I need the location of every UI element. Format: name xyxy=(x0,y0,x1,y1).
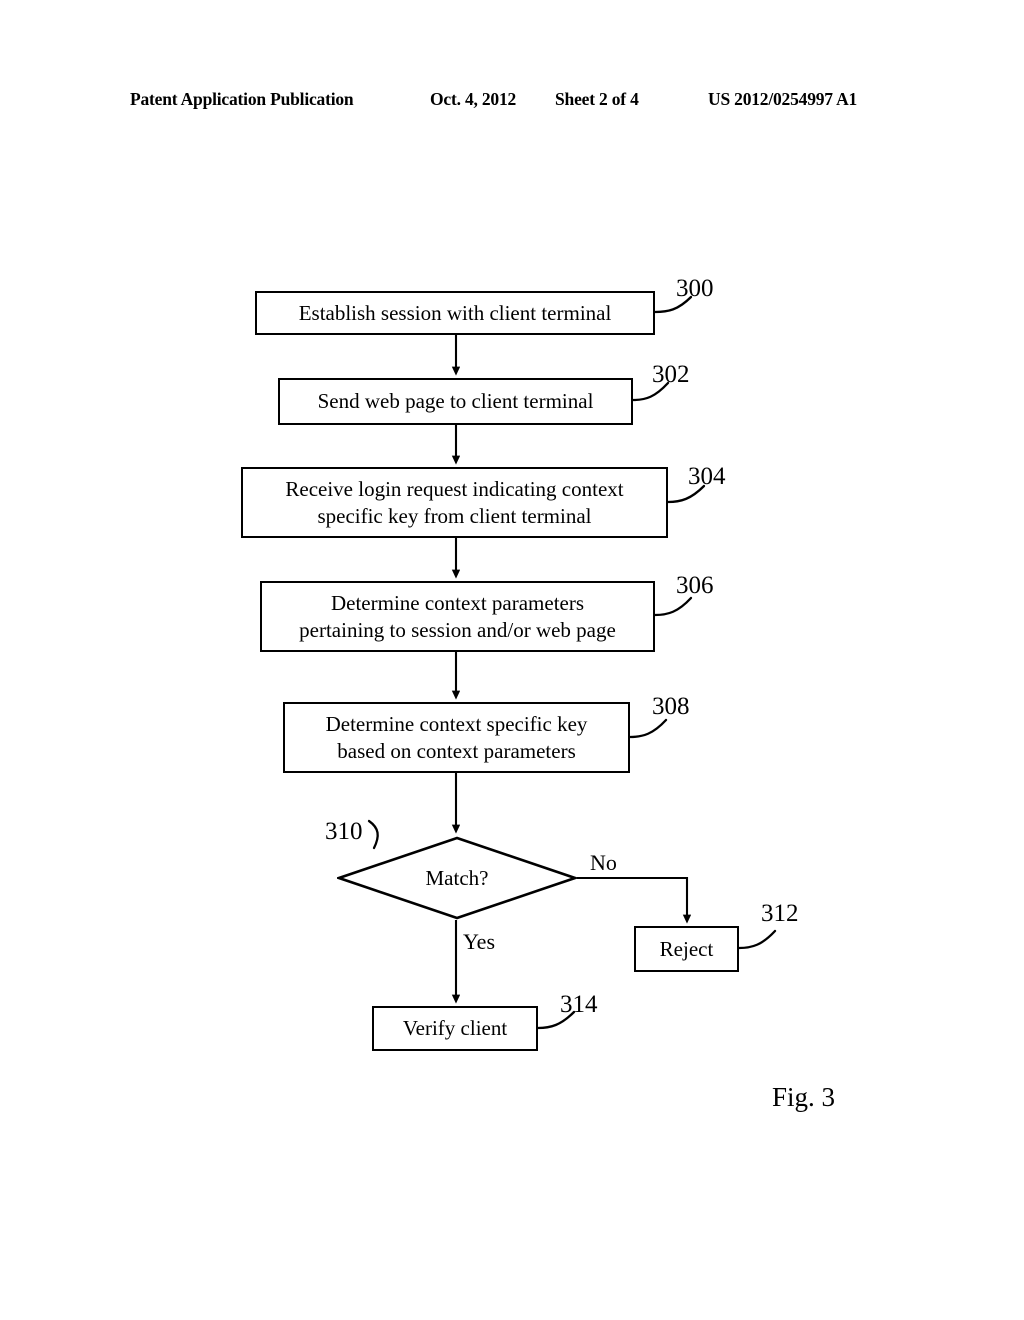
figure-caption: Fig. 3 xyxy=(772,1082,836,1112)
reference-numeral-306: 306 xyxy=(676,572,714,599)
header-patent-number: US 2012/0254997 A1 xyxy=(708,89,858,109)
flow-node-verify-client: Verify client xyxy=(372,1006,538,1051)
header-sheet-number: Sheet 2 of 4 xyxy=(555,89,639,109)
page-header: Patent Application Publication Oct. 4, 2… xyxy=(0,88,1024,114)
flow-node-determine-context-parameters: Determine context parameters pertaining … xyxy=(260,581,655,652)
flow-node-send-web-page: Send web page to client terminal xyxy=(278,378,633,425)
flow-node-label-line2: based on context parameters xyxy=(337,738,576,763)
patent-figure-page: Patent Application Publication Oct. 4, 2… xyxy=(0,0,1024,1320)
flow-node-determine-context-specific-key: Determine context specific key based on … xyxy=(283,702,630,773)
reference-numeral-308: 308 xyxy=(652,693,690,720)
decision-label: Match? xyxy=(425,865,489,890)
flow-node-label: Verify client xyxy=(402,1016,508,1041)
reference-numeral-300: 300 xyxy=(676,275,714,302)
header-publication-title: Patent Application Publication xyxy=(130,89,354,109)
flow-node-label-line2: specific key from client terminal xyxy=(317,503,592,528)
flow-node-label: Send web page to client terminal xyxy=(317,389,594,414)
branch-label-no: No xyxy=(590,850,617,875)
flow-node-establish-session: Establish session with client terminal xyxy=(255,291,655,335)
flowchart-connectors xyxy=(367,295,777,1030)
flow-node-label-line1: Determine context specific key xyxy=(325,712,588,737)
branch-label-yes: Yes xyxy=(463,929,496,954)
flow-node-label-line1: Receive login request indicating context xyxy=(285,477,624,502)
flow-node-label: Reject xyxy=(659,936,714,961)
reference-numeral-302: 302 xyxy=(652,361,690,388)
header-date: Oct. 4, 2012 xyxy=(430,89,517,109)
reference-numeral-310: 310 xyxy=(325,818,363,845)
flow-node-receive-login-request: Receive login request indicating context… xyxy=(241,467,668,538)
flow-node-label-line2: pertaining to session and/or web page xyxy=(299,617,616,642)
flow-node-label: Establish session with client terminal xyxy=(298,300,612,325)
flow-node-label-line1: Determine context parameters xyxy=(330,591,585,616)
reference-numeral-312: 312 xyxy=(761,900,799,927)
reference-numeral-304: 304 xyxy=(688,463,726,490)
flow-node-reject: Reject xyxy=(634,926,739,972)
reference-numeral-314: 314 xyxy=(560,991,598,1018)
flow-node-match-decision: Match? xyxy=(337,836,577,920)
